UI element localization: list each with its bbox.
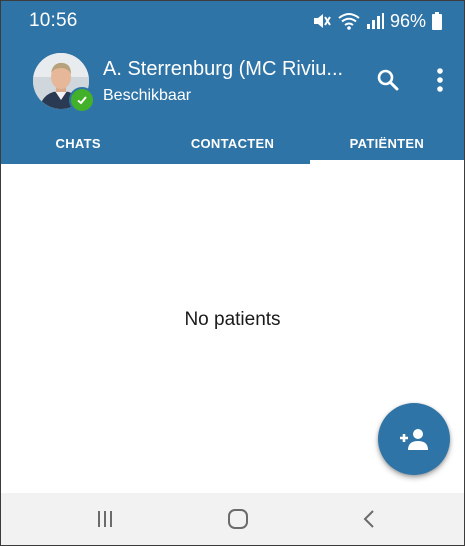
mute-icon [312,12,332,30]
status-icons: 96% [312,10,442,32]
navigation-bar [1,493,464,545]
status-time: 10:56 [29,10,78,31]
phone-screen: 10:56 96% A. Sterrenburg (MC Riviu... Be… [0,0,465,546]
app-bar: 10:56 96% A. Sterrenburg (MC Riviu... Be… [1,1,464,164]
back-button[interactable] [349,503,389,535]
check-icon [77,96,87,105]
wifi-icon [338,12,360,30]
battery-icon [432,12,442,30]
contact-name[interactable]: A. Sterrenburg (MC Riviu... [103,58,361,81]
recents-icon [98,511,112,527]
back-icon [363,510,374,528]
contact-status: Beschikbaar [103,87,192,104]
home-button[interactable] [218,503,258,535]
tab-patienten[interactable]: PATIËNTEN [309,129,464,164]
home-icon [228,509,248,529]
signal-icon [366,12,384,30]
add-person-icon [400,429,428,450]
online-badge [69,87,95,113]
tab-chats[interactable]: CHATS [1,129,155,164]
empty-state-message: No patients [184,309,281,330]
recents-button[interactable] [85,503,125,535]
more-vert-icon [437,68,443,92]
search-icon [377,69,399,91]
search-button[interactable] [373,65,403,95]
avatar[interactable] [33,53,95,113]
tab-contacten[interactable]: CONTACTEN [155,129,309,164]
tab-bar: CHATS CONTACTEN PATIËNTEN [1,129,464,164]
more-options-button[interactable] [429,65,451,95]
battery-percentage: 96% [389,10,426,31]
status-bar: 10:56 96% [1,1,464,39]
add-patient-button[interactable] [378,403,450,475]
